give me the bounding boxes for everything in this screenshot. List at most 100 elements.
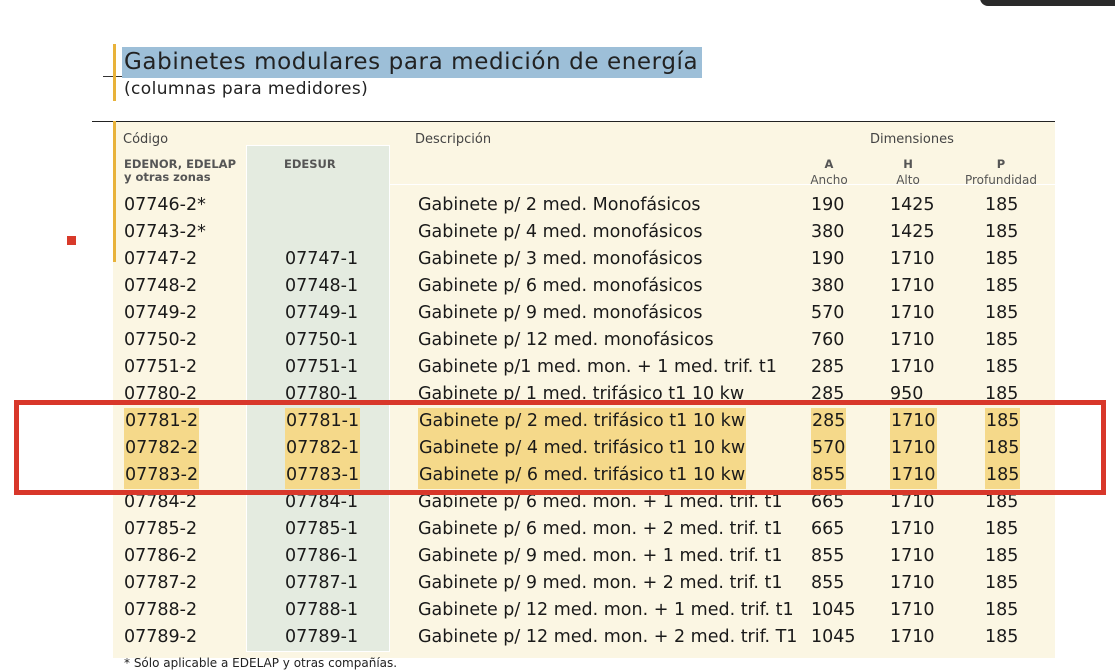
header-edesur: EDESUR bbox=[284, 157, 336, 171]
cell-description: Gabinete p/ 9 med. mon. + 2 med. trif. t… bbox=[418, 573, 783, 593]
page-subtitle: (columnas para medidores) bbox=[124, 79, 369, 99]
cell-code: 07785-2 bbox=[124, 519, 198, 539]
cell-depth: 185 bbox=[985, 546, 1019, 566]
cell-description: Gabinete p/ 4 med. monofásicos bbox=[418, 222, 703, 242]
cell-code: 07746-2* bbox=[124, 195, 206, 215]
cell-width: 570 bbox=[811, 303, 845, 323]
cell-depth: 185 bbox=[985, 600, 1019, 620]
cell-code: 07751-2 bbox=[124, 357, 198, 377]
cell-width: 380 bbox=[811, 276, 845, 296]
header-dim-a: A bbox=[824, 157, 834, 171]
table-row: 07749-2 07749-1 Gabinete p/ 9 med. monof… bbox=[0, 300, 1115, 327]
table-top-rule bbox=[92, 121, 1055, 122]
cell-width: 285 bbox=[811, 357, 845, 377]
cell-description: Gabinete p/ 12 med. mon. + 1 med. trif. … bbox=[418, 600, 794, 620]
header-codigo: Código bbox=[123, 132, 169, 147]
cell-description: Gabinete p/1 med. mon. + 1 med. trif. t1 bbox=[418, 357, 777, 377]
footnote: * Sólo aplicable a EDELAP y otras compañ… bbox=[124, 656, 398, 670]
cell-height: 1710 bbox=[890, 303, 935, 323]
cell-height: 1710 bbox=[890, 276, 935, 296]
cell-width: 665 bbox=[811, 519, 845, 539]
cell-depth: 185 bbox=[985, 195, 1019, 215]
cell-height: 1710 bbox=[890, 546, 935, 566]
table-row: 07786-2 07786-1 Gabinete p/ 9 med. mon. … bbox=[0, 543, 1115, 570]
cell-edesur: 07788-1 bbox=[285, 600, 359, 620]
header-dim-p-label: Profundidad bbox=[964, 173, 1037, 187]
table-row: 07787-2 07787-1 Gabinete p/ 9 med. mon. … bbox=[0, 570, 1115, 597]
cell-width: 855 bbox=[811, 573, 845, 593]
header-dimensiones: Dimensiones bbox=[870, 132, 954, 147]
table-row: 07788-2 07788-1 Gabinete p/ 12 med. mon.… bbox=[0, 597, 1115, 624]
header-dim-p: P bbox=[996, 157, 1006, 171]
cell-depth: 185 bbox=[985, 573, 1019, 593]
cell-edesur: 07748-1 bbox=[285, 276, 359, 296]
cell-depth: 185 bbox=[985, 276, 1019, 296]
cell-edesur: 07749-1 bbox=[285, 303, 359, 323]
cell-code: 07786-2 bbox=[124, 546, 198, 566]
cell-width: 1045 bbox=[811, 627, 856, 647]
table-row: 07747-2 07747-1 Gabinete p/ 3 med. monof… bbox=[0, 246, 1115, 273]
cell-depth: 185 bbox=[985, 249, 1019, 269]
cell-width: 190 bbox=[811, 249, 845, 269]
cell-width: 760 bbox=[811, 330, 845, 350]
cell-width: 190 bbox=[811, 195, 845, 215]
title-accent-bar bbox=[113, 44, 116, 101]
cell-height: 1710 bbox=[890, 600, 935, 620]
top-window-tab bbox=[980, 0, 1115, 6]
cell-edesur: 07787-1 bbox=[285, 573, 359, 593]
cell-description: Gabinete p/ 6 med. monofásicos bbox=[418, 276, 703, 296]
cell-code: 07788-2 bbox=[124, 600, 198, 620]
header-dim-h: H bbox=[903, 157, 913, 171]
cell-description: Gabinete p/ 3 med. monofásicos bbox=[418, 249, 703, 269]
cell-width: 1045 bbox=[811, 600, 856, 620]
cell-height: 1710 bbox=[890, 357, 935, 377]
header-dim-h-label: Alto bbox=[896, 173, 920, 187]
cell-height: 1710 bbox=[890, 573, 935, 593]
cell-description: Gabinete p/ 9 med. mon. + 1 med. trif. t… bbox=[418, 546, 783, 566]
table-row: 07746-2* Gabinete p/ 2 med. Monofásicos … bbox=[0, 192, 1115, 219]
page-title: Gabinetes modulares para medición de ene… bbox=[122, 47, 703, 78]
cell-height: 1710 bbox=[890, 627, 935, 647]
cell-depth: 185 bbox=[985, 330, 1019, 350]
table-row: 07743-2* Gabinete p/ 4 med. monofásicos … bbox=[0, 219, 1115, 246]
cell-edesur: 07789-1 bbox=[285, 627, 359, 647]
cell-description: Gabinete p/ 9 med. monofásicos bbox=[418, 303, 703, 323]
cell-depth: 185 bbox=[985, 627, 1019, 647]
cell-edesur: 07785-1 bbox=[285, 519, 359, 539]
cell-height: 1425 bbox=[890, 222, 935, 242]
table-row: 07750-2 07750-1 Gabinete p/ 12 med. mono… bbox=[0, 327, 1115, 354]
cell-height: 1710 bbox=[890, 330, 935, 350]
header-edenor-zones: y otras zonas bbox=[124, 170, 211, 184]
cell-edesur: 07786-1 bbox=[285, 546, 359, 566]
cell-height: 1710 bbox=[890, 249, 935, 269]
cell-depth: 185 bbox=[985, 222, 1019, 242]
cell-code: 07789-2 bbox=[124, 627, 198, 647]
header-descripcion: Descripción bbox=[415, 132, 492, 147]
cell-edesur: 07747-1 bbox=[285, 249, 359, 269]
cell-description: Gabinete p/ 12 med. mon. + 2 med. trif. … bbox=[418, 627, 798, 647]
table-row: 07785-2 07785-1 Gabinete p/ 6 med. mon. … bbox=[0, 516, 1115, 543]
cell-description: Gabinete p/ 6 med. mon. + 2 med. trif. t… bbox=[418, 519, 783, 539]
cell-code: 07787-2 bbox=[124, 573, 198, 593]
cell-depth: 185 bbox=[985, 519, 1019, 539]
cell-height: 1710 bbox=[890, 519, 935, 539]
cell-edesur: 07751-1 bbox=[285, 357, 359, 377]
cell-depth: 185 bbox=[985, 303, 1019, 323]
selection-highlight-box bbox=[14, 400, 1106, 495]
cell-description: Gabinete p/ 12 med. monofásicos bbox=[418, 330, 714, 350]
cell-code: 07747-2 bbox=[124, 249, 198, 269]
table-row: 07789-2 07789-1 Gabinete p/ 12 med. mon.… bbox=[0, 624, 1115, 651]
cell-description: Gabinete p/ 2 med. Monofásicos bbox=[418, 195, 701, 215]
cell-code: 07743-2* bbox=[124, 222, 206, 242]
cell-code: 07750-2 bbox=[124, 330, 198, 350]
cell-height: 1425 bbox=[890, 195, 935, 215]
table-row: 07751-2 07751-1 Gabinete p/1 med. mon. +… bbox=[0, 354, 1115, 381]
header-edenor: EDENOR, EDELAP bbox=[124, 157, 237, 171]
cell-width: 380 bbox=[811, 222, 845, 242]
cell-depth: 185 bbox=[985, 357, 1019, 377]
cell-code: 07748-2 bbox=[124, 276, 198, 296]
cell-edesur: 07750-1 bbox=[285, 330, 359, 350]
cell-width: 855 bbox=[811, 546, 845, 566]
table-row: 07748-2 07748-1 Gabinete p/ 6 med. monof… bbox=[0, 273, 1115, 300]
cell-code: 07749-2 bbox=[124, 303, 198, 323]
